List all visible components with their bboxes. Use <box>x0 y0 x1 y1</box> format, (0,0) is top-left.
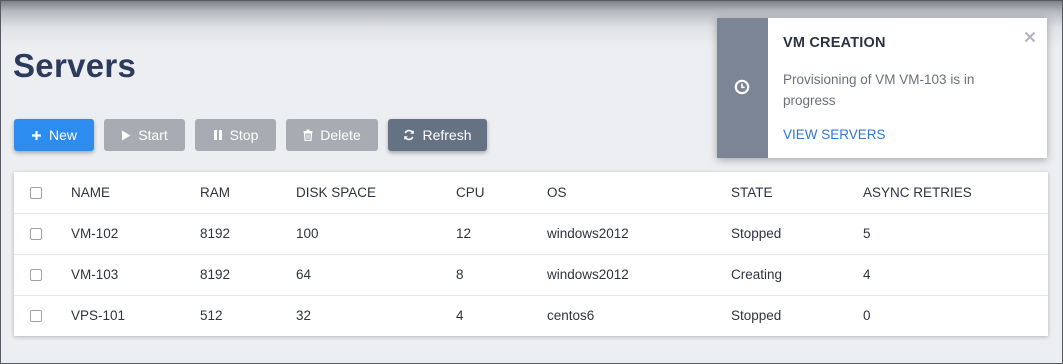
cell-state: Stopped <box>731 308 782 323</box>
row-checkbox[interactable] <box>30 310 42 322</box>
cell-async-retries: 5 <box>863 226 871 241</box>
cell-cpu: 8 <box>456 267 464 282</box>
cell-async-retries: 0 <box>863 308 871 323</box>
play-icon <box>122 130 131 140</box>
cell-state: Creating <box>731 267 783 282</box>
column-header-os[interactable]: OS <box>547 172 567 213</box>
table-header-row: NAME RAM DISK SPACE CPU OS STATE ASYNC R… <box>14 172 1048 214</box>
table-row[interactable]: VPS-101 512 32 4 centos6 Stopped 0 <box>14 295 1048 336</box>
column-header-cpu[interactable]: CPU <box>456 172 485 213</box>
delete-button-label: Delete <box>320 127 361 143</box>
column-header-state[interactable]: STATE <box>731 172 773 213</box>
app-frame: Servers New Start Stop Delete Refresh NA… <box>0 0 1063 364</box>
column-header-ram[interactable]: RAM <box>200 172 230 213</box>
cell-cpu: 12 <box>456 226 472 241</box>
cell-name: VM-103 <box>71 267 119 282</box>
cell-async-retries: 4 <box>863 267 871 282</box>
cell-cpu: 4 <box>456 308 464 323</box>
cell-disk-space: 64 <box>296 267 312 282</box>
close-icon[interactable] <box>1024 31 1036 43</box>
refresh-button[interactable]: Refresh <box>388 119 487 151</box>
start-button-label: Start <box>138 127 168 143</box>
column-header-name[interactable]: NAME <box>71 172 110 213</box>
cell-name: VPS-101 <box>71 308 126 323</box>
cell-state: Stopped <box>731 226 782 241</box>
notification-message: Provisioning of VM VM-103 is in progress <box>783 72 975 108</box>
plus-icon <box>31 130 41 140</box>
cell-os: windows2012 <box>547 267 629 282</box>
table-row[interactable]: VM-103 8192 64 8 windows2012 Creating 4 <box>14 254 1048 296</box>
refresh-button-label: Refresh <box>422 127 472 143</box>
cell-disk-space: 32 <box>296 308 312 323</box>
cell-disk-space: 100 <box>296 226 319 241</box>
cell-os: windows2012 <box>547 226 629 241</box>
stop-button[interactable]: Stop <box>195 119 276 151</box>
cell-ram: 8192 <box>200 226 231 241</box>
delete-button[interactable]: Delete <box>286 119 378 151</box>
view-servers-link[interactable]: VIEW SERVERS <box>783 127 886 142</box>
page-title: Servers <box>13 47 137 84</box>
trash-icon <box>303 129 313 141</box>
notification-toast: VM CREATION Provisioning of VM VM-103 is… <box>717 18 1047 158</box>
cell-ram: 8192 <box>200 267 231 282</box>
select-all-checkbox[interactable] <box>30 187 42 199</box>
row-checkbox[interactable] <box>30 269 42 281</box>
table-row[interactable]: VM-102 8192 100 12 windows2012 Stopped 5 <box>14 213 1048 255</box>
new-button[interactable]: New <box>14 119 94 151</box>
start-button[interactable]: Start <box>104 119 185 151</box>
notification-title: VM CREATION <box>783 35 886 51</box>
pause-icon <box>213 130 222 140</box>
clock-icon <box>734 79 750 95</box>
cell-ram: 512 <box>200 308 223 323</box>
refresh-icon <box>404 129 415 141</box>
servers-table: NAME RAM DISK SPACE CPU OS STATE ASYNC R… <box>14 172 1048 336</box>
notification-icon-strip <box>717 18 768 158</box>
toolbar: New Start Stop Delete Refresh <box>14 119 497 151</box>
stop-button-label: Stop <box>229 127 259 143</box>
column-header-async-retries[interactable]: ASYNC RETRIES <box>863 172 972 213</box>
cell-name: VM-102 <box>71 226 119 241</box>
row-checkbox[interactable] <box>30 228 42 240</box>
new-button-label: New <box>48 127 77 143</box>
column-header-disk-space[interactable]: DISK SPACE <box>296 172 376 213</box>
cell-os: centos6 <box>547 308 595 323</box>
